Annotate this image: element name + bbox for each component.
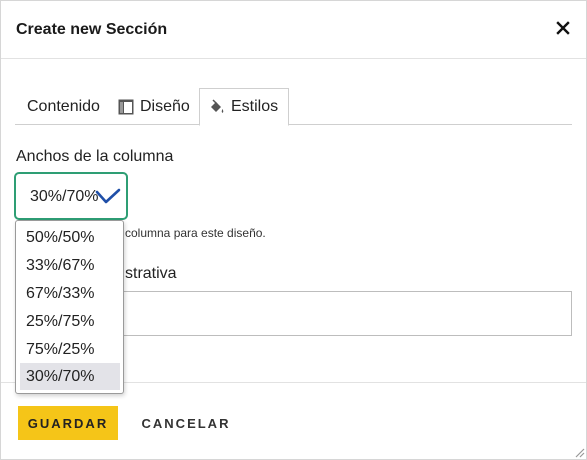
dropdown-option[interactable]: 67%/33% (20, 280, 120, 307)
select-value: 30%/70% (30, 188, 99, 205)
dropdown-option[interactable]: 33%/67% (20, 252, 120, 279)
dropdown-option[interactable]: 75%/25% (20, 336, 120, 363)
tab-estilos[interactable]: Estilos (199, 88, 290, 126)
create-section-dialog: Create new Sección Contenido Diseño Esti… (0, 0, 587, 460)
dialog-header: Create new Sección (1, 1, 586, 59)
tab-label: Contenido (27, 97, 100, 115)
tab-contenido[interactable]: Contenido (27, 88, 100, 125)
column-widths-help: columna para este diseño. (125, 226, 266, 240)
paint-bucket-icon (209, 99, 225, 115)
column-widths-dropdown: 50%/50% 33%/67% 67%/33% 25%/75% 75%/25% … (15, 220, 124, 394)
chevron-down-icon (94, 188, 122, 206)
cancel-button[interactable]: CANCELAR (133, 406, 239, 440)
column-widths-label: Anchos de la columna (16, 148, 174, 165)
layout-icon (118, 99, 134, 115)
column-widths-select[interactable]: 30%/70% (14, 172, 128, 220)
dropdown-option-selected[interactable]: 30%/70% (20, 363, 120, 390)
close-icon[interactable] (552, 17, 574, 39)
tab-label: Diseño (140, 97, 190, 115)
admin-field-label: strativa (125, 265, 177, 282)
tab-label: Estilos (231, 98, 279, 115)
resize-handle-icon[interactable] (573, 445, 585, 458)
dialog-title: Create new Sección (16, 21, 168, 38)
dropdown-option[interactable]: 50%/50% (20, 224, 120, 251)
dropdown-option[interactable]: 25%/75% (20, 308, 120, 335)
tab-bar: Contenido Diseño Estilos (15, 88, 572, 126)
tab-diseno[interactable]: Diseño (118, 88, 190, 125)
save-button[interactable]: GUARDAR (18, 406, 118, 440)
admin-text-input[interactable] (123, 291, 572, 336)
